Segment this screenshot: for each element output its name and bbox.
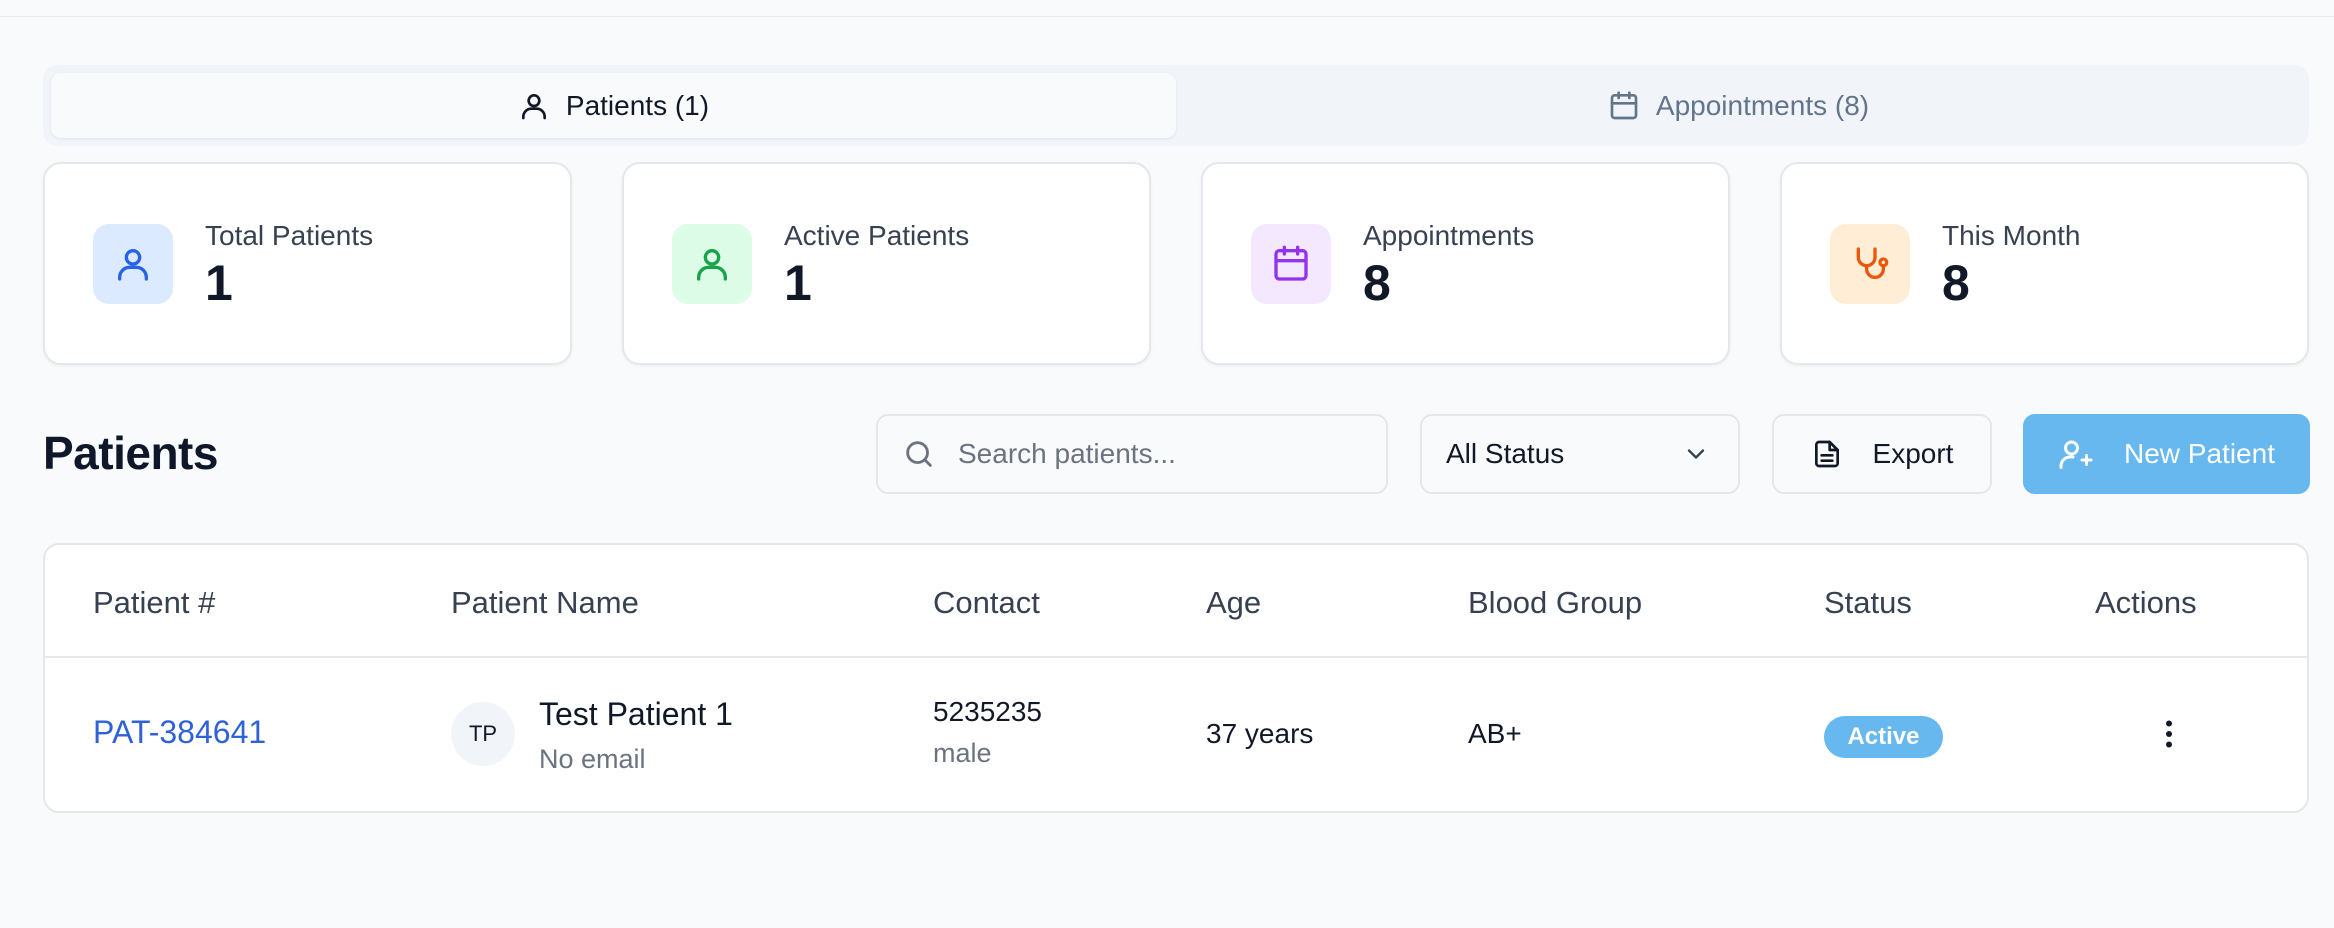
tab-patients[interactable]: Patients (1) bbox=[51, 73, 1176, 138]
document-icon bbox=[1814, 440, 1839, 468]
stat-label: Total Patients bbox=[205, 219, 374, 251]
header-status[interactable]: Status bbox=[1824, 585, 1912, 621]
patient-id-link[interactable]: PAT-384641 bbox=[93, 714, 266, 751]
stat-text: Appointments 8 bbox=[1363, 220, 1534, 308]
search-input[interactable] bbox=[958, 438, 1378, 470]
header-patient-name[interactable]: Patient Name bbox=[451, 585, 639, 621]
stat-label: Active Patients bbox=[784, 219, 970, 251]
patient-gender: male bbox=[933, 738, 992, 768]
stat-label: This Month bbox=[1942, 219, 2081, 251]
new-patient-button[interactable]: New Patient bbox=[2023, 414, 2310, 494]
stat-card-active-patients: Active Patients 1 bbox=[622, 162, 1151, 365]
avatar: TP bbox=[451, 702, 515, 766]
patient-email: No email bbox=[539, 744, 646, 774]
stat-icon-box bbox=[93, 223, 173, 304]
new-patient-label: New Patient bbox=[2124, 438, 2275, 469]
patient-age: 37 years bbox=[1206, 718, 1314, 749]
page-title: Patients bbox=[43, 427, 218, 479]
stat-icon-box bbox=[1251, 223, 1331, 304]
header-patient-number[interactable]: Patient # bbox=[93, 585, 215, 621]
stat-icon-box bbox=[672, 223, 752, 304]
table-header: Patient # Patient Name Contact Age Blood… bbox=[45, 545, 2307, 658]
header-blood-group[interactable]: Blood Group bbox=[1468, 585, 1642, 621]
status-filter-value: All Status bbox=[1446, 438, 1565, 469]
tab-patients-label: Patients (1) bbox=[565, 89, 710, 121]
header-actions: Actions bbox=[2095, 585, 2197, 620]
stats-row: Total Patients 1 Active Patients 1 Appoi… bbox=[43, 162, 2309, 365]
calendar-icon bbox=[1610, 90, 1638, 119]
stat-value: 8 bbox=[1363, 254, 1391, 311]
header-age[interactable]: Age bbox=[1206, 585, 1261, 621]
row-actions-button[interactable] bbox=[2151, 716, 2187, 752]
status-badge: Active bbox=[1824, 716, 1943, 758]
patient-name: Test Patient 1 bbox=[539, 696, 733, 732]
more-vertical-icon bbox=[2166, 720, 2172, 748]
stat-value: 1 bbox=[205, 254, 233, 311]
user-icon bbox=[521, 93, 546, 119]
header-contact[interactable]: Contact bbox=[933, 585, 1040, 621]
user-icon bbox=[118, 248, 148, 281]
patient-phone: 5235235 bbox=[933, 696, 1043, 727]
stat-value: 1 bbox=[784, 254, 812, 311]
stat-text: This Month 8 bbox=[1942, 220, 2081, 308]
export-label: Export bbox=[1872, 438, 1954, 469]
search-icon bbox=[906, 441, 932, 467]
patients-table: Patient # Patient Name Contact Age Blood… bbox=[43, 543, 2309, 813]
export-button[interactable]: Export bbox=[1772, 414, 1992, 494]
stat-value: 8 bbox=[1942, 254, 1970, 311]
tab-appointments[interactable]: Appointments (8) bbox=[1176, 73, 2301, 138]
stat-icon-box bbox=[1830, 223, 1910, 304]
stat-card-total-patients: Total Patients 1 bbox=[43, 162, 572, 365]
user-plus-icon bbox=[2059, 440, 2093, 469]
stethoscope-icon bbox=[1856, 246, 1889, 279]
user-icon bbox=[697, 248, 727, 281]
tab-appointments-label: Appointments (8) bbox=[1655, 89, 1870, 121]
status-filter-select[interactable]: All Status bbox=[1420, 414, 1740, 494]
view-tabs: Patients (1) Appointments (8) bbox=[43, 65, 2309, 146]
stat-text: Active Patients 1 bbox=[784, 220, 969, 308]
calendar-icon bbox=[1274, 245, 1308, 281]
table-row[interactable]: PAT-384641 TP Test Patient 1 No email 52… bbox=[45, 658, 2307, 811]
stat-label: Appointments bbox=[1363, 219, 1535, 251]
top-divider bbox=[0, 0, 2334, 17]
stat-card-appointments: Appointments 8 bbox=[1201, 162, 1730, 365]
search-box[interactable] bbox=[876, 414, 1388, 494]
chevron-down-icon bbox=[1687, 449, 1705, 459]
stat-card-this-month: This Month 8 bbox=[1780, 162, 2309, 365]
stat-text: Total Patients 1 bbox=[205, 220, 373, 308]
patient-blood-group: AB+ bbox=[1468, 718, 1522, 749]
